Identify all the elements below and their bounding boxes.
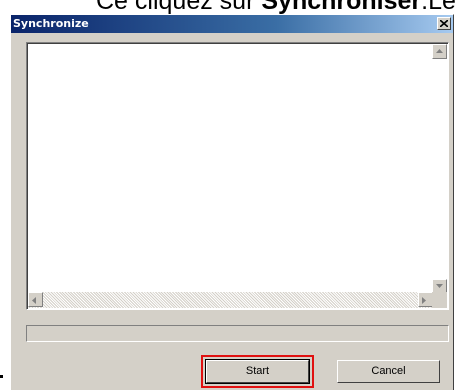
horizontal-scrollbar[interactable] xyxy=(28,292,433,308)
arrow-left-icon xyxy=(32,297,36,304)
scroll-up-button[interactable] xyxy=(432,44,447,59)
caption-bold: Synchroniser xyxy=(261,0,422,15)
vertical-scrollbar[interactable] xyxy=(432,44,447,294)
caption-prefix: Ce cliquez sur xyxy=(96,0,262,15)
log-textarea[interactable] xyxy=(26,42,449,310)
cancel-button[interactable]: Cancel xyxy=(337,360,440,383)
window-title: Synchronize xyxy=(13,17,89,30)
bullet-dot xyxy=(0,375,3,378)
synchronize-dialog: Synchronize Start Cancel xyxy=(10,14,454,390)
title-bar: Synchronize xyxy=(11,15,453,33)
arrow-down-icon xyxy=(436,284,443,288)
caption-suffix: .Le d xyxy=(421,0,459,15)
close-button[interactable] xyxy=(437,17,451,30)
scroll-left-button[interactable] xyxy=(28,292,43,307)
arrow-up-icon xyxy=(436,49,443,53)
close-icon xyxy=(440,20,448,27)
scroll-corner xyxy=(432,292,447,308)
start-button-highlight xyxy=(201,355,314,388)
page: Ce cliquez sur Synchroniser.Le d Synchro… xyxy=(0,0,459,390)
scroll-right-button[interactable] xyxy=(418,292,433,307)
progress-bar xyxy=(26,325,449,342)
arrow-right-icon xyxy=(422,297,426,304)
